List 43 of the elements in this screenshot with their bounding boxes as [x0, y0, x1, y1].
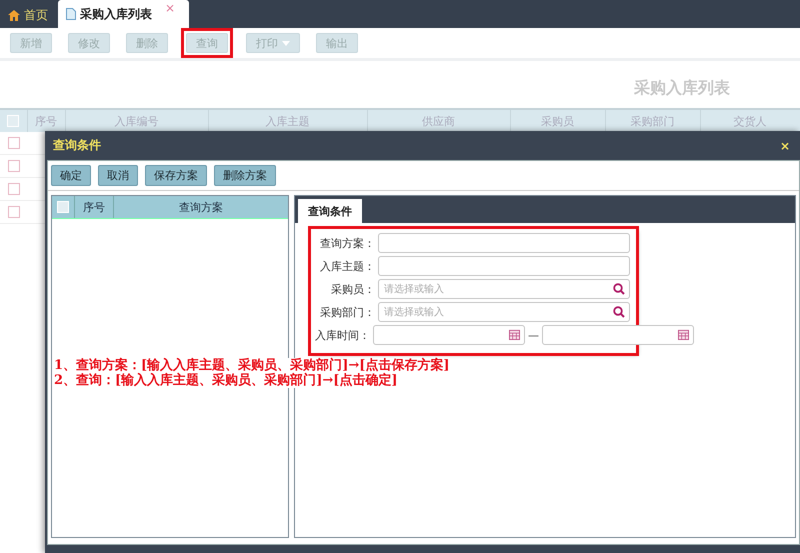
text-field[interactable]	[378, 256, 630, 276]
range-dash: —	[528, 328, 539, 342]
search-icon[interactable]	[613, 306, 625, 318]
checkbox[interactable]	[8, 160, 20, 172]
tab[interactable]: 查询条件	[298, 199, 362, 223]
dialog-title: 查询条件	[53, 137, 101, 154]
checkbox[interactable]	[8, 206, 20, 218]
date-field[interactable]	[373, 325, 525, 345]
dialog-button[interactable]: 确定	[51, 165, 91, 186]
calendar-icon[interactable]	[509, 329, 520, 340]
date-field[interactable]	[542, 325, 694, 345]
dialog-button[interactable]: 取消	[98, 165, 138, 186]
column-header: 序号	[83, 200, 105, 214]
house-icon	[8, 10, 20, 20]
column-header: 查询方案	[179, 200, 223, 214]
field-label: 入库时间：	[315, 328, 370, 342]
checkbox[interactable]	[8, 137, 20, 149]
column-header: 供应商	[422, 114, 455, 128]
column-header: 序号	[35, 114, 57, 128]
column-header: 采购部门	[630, 114, 674, 128]
column-header: 入库主题	[266, 114, 310, 128]
column-header: 交货人	[734, 114, 766, 128]
close-icon[interactable]: ×	[780, 138, 790, 152]
annotation-text: 1、查询方案：[输入入库主题、采购员、采购部门]→[点击保存方案]	[54, 358, 450, 373]
field-label: 查询方案：	[319, 236, 375, 250]
caret-icon	[282, 40, 290, 46]
field-label: 采购员：	[330, 282, 375, 296]
column-header: 采购员	[541, 114, 574, 128]
tab[interactable]: 采购入库列表 ×	[58, 0, 189, 28]
annotation-text: 2、查询：[输入入库主题、采购员、采购部门]→[点击确定]	[54, 373, 398, 388]
lookup-field[interactable]: 请选择或输入	[378, 302, 630, 322]
dialog-button[interactable]: 删除方案	[214, 165, 276, 186]
tab[interactable]: 首页	[0, 2, 56, 28]
field-label: 采购部门：	[319, 304, 375, 320]
calendar-icon[interactable]	[678, 329, 689, 340]
checkbox[interactable]	[8, 183, 20, 195]
column-header: 入库编号	[114, 114, 158, 128]
search-icon[interactable]	[613, 283, 625, 295]
dialog-button[interactable]: 保存方案	[145, 165, 207, 186]
field-label: 入库主题：	[319, 258, 375, 274]
document-icon	[66, 8, 76, 20]
text-field[interactable]	[378, 233, 630, 253]
lookup-field[interactable]: 请选择或输入	[378, 279, 630, 299]
